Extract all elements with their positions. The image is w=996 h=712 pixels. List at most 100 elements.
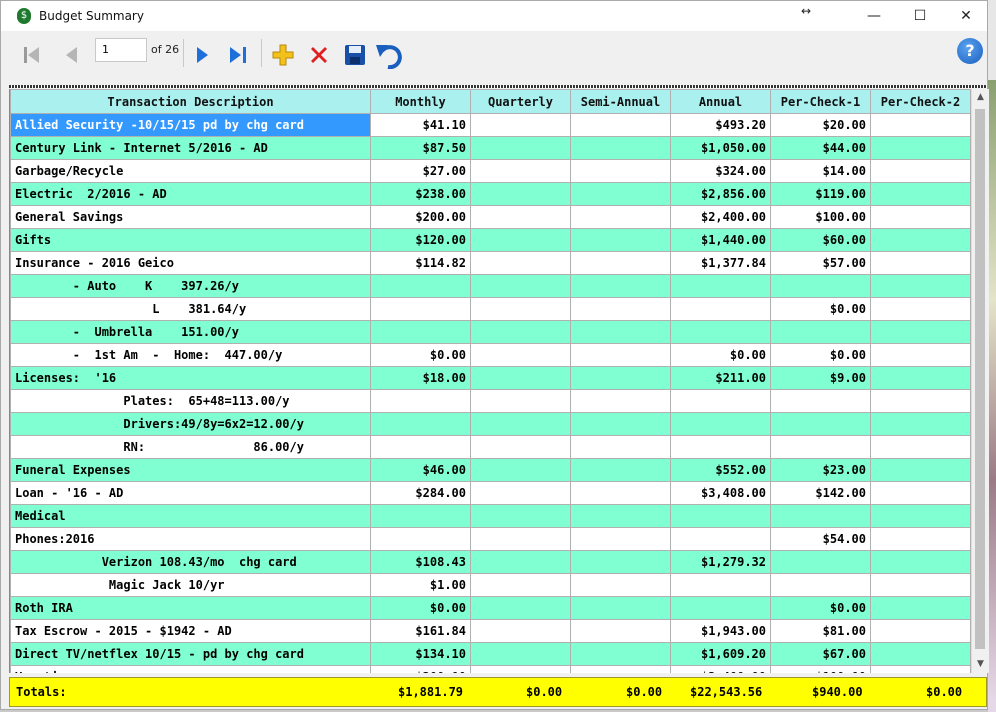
cell-semi-annual[interactable] xyxy=(570,320,671,344)
table-row[interactable]: Plates: 65+48=113.00/y xyxy=(10,389,971,413)
cell-semi-annual[interactable] xyxy=(570,619,671,643)
table-row[interactable]: Verizon 108.43/mo chg card $108.43 $1,279.… xyxy=(10,550,971,574)
cell-quarterly[interactable] xyxy=(470,113,571,137)
cell-annual[interactable] xyxy=(670,389,771,413)
cell-per-check-2[interactable] xyxy=(870,159,971,183)
cell-per-check-1[interactable]: $60.00 xyxy=(770,228,871,252)
cell-description[interactable]: Gifts xyxy=(10,228,371,252)
previous-record-button[interactable] xyxy=(59,41,83,69)
table-row[interactable]: Medical xyxy=(10,504,971,528)
record-number-input[interactable]: 1 xyxy=(95,38,147,62)
cell-semi-annual[interactable] xyxy=(570,504,671,528)
cell-per-check-1[interactable]: $20.00 xyxy=(770,113,871,137)
table-row[interactable]: Vacation$200.00 $2,400.00$100.00 xyxy=(10,665,971,673)
cell-quarterly[interactable] xyxy=(470,297,571,321)
cell-per-check-2[interactable] xyxy=(870,458,971,482)
cell-per-check-2[interactable] xyxy=(870,228,971,252)
cell-semi-annual[interactable] xyxy=(570,458,671,482)
cell-monthly[interactable]: $120.00 xyxy=(370,228,471,252)
cell-semi-annual[interactable] xyxy=(570,481,671,505)
table-row[interactable]: Roth IRA $0.00 $0.00 xyxy=(10,596,971,620)
minimize-button[interactable]: — xyxy=(851,1,897,31)
cell-annual[interactable]: $1,377.84 xyxy=(670,251,771,275)
cell-description[interactable]: Insurance - 2016 Geico xyxy=(10,251,371,275)
cell-quarterly[interactable] xyxy=(470,573,571,597)
vertical-scrollbar[interactable]: ▲ ▼ xyxy=(971,89,989,673)
cell-monthly[interactable]: $161.84 xyxy=(370,619,471,643)
cell-per-check-1[interactable]: $67.00 xyxy=(770,642,871,666)
cell-semi-annual[interactable] xyxy=(570,136,671,160)
cell-monthly[interactable]: $87.50 xyxy=(370,136,471,160)
cell-annual[interactable] xyxy=(670,573,771,597)
cell-monthly[interactable] xyxy=(370,320,471,344)
cell-description[interactable]: Verizon 108.43/mo chg card xyxy=(10,550,371,574)
cell-annual[interactable] xyxy=(670,412,771,436)
cell-annual[interactable]: $493.20 xyxy=(670,113,771,137)
cell-semi-annual[interactable] xyxy=(570,297,671,321)
cell-semi-annual[interactable] xyxy=(570,274,671,298)
delete-record-button[interactable] xyxy=(305,41,333,69)
table-row[interactable]: Century Link - Internet 5/2016 - AD $87.5… xyxy=(10,136,971,160)
cell-quarterly[interactable] xyxy=(470,251,571,275)
cell-per-check-1[interactable] xyxy=(770,435,871,459)
table-row[interactable]: Funeral Expenses $46.00 $552.00 $23.00 xyxy=(10,458,971,482)
next-record-button[interactable] xyxy=(191,41,213,69)
cell-per-check-2[interactable] xyxy=(870,619,971,643)
cell-description[interactable]: - 1st Am - Home: 447.00/y xyxy=(10,343,371,367)
cell-quarterly[interactable] xyxy=(470,596,571,620)
cell-description[interactable]: Funeral Expenses xyxy=(10,458,371,482)
cell-per-check-2[interactable] xyxy=(870,550,971,574)
table-row[interactable]: Electric 2/2016 - AD $238.00 $2,856.00 $119… xyxy=(10,182,971,206)
cell-semi-annual[interactable] xyxy=(570,665,671,673)
cell-semi-annual[interactable] xyxy=(570,550,671,574)
cell-description[interactable]: Medical xyxy=(10,504,371,528)
cell-annual[interactable] xyxy=(670,596,771,620)
cell-quarterly[interactable] xyxy=(470,642,571,666)
table-row[interactable]: Loan - '16 - AD $284.00 $3,408.00 $142.00 xyxy=(10,481,971,505)
cell-monthly[interactable]: $200.00 xyxy=(370,665,471,673)
cell-quarterly[interactable] xyxy=(470,228,571,252)
cell-semi-annual[interactable] xyxy=(570,228,671,252)
cell-quarterly[interactable] xyxy=(470,205,571,229)
table-row[interactable]: General Savings $200.00 $2,400.00 $100.00 xyxy=(10,205,971,229)
cell-annual[interactable]: $1,279.32 xyxy=(670,550,771,574)
cell-per-check-2[interactable] xyxy=(870,389,971,413)
cell-semi-annual[interactable] xyxy=(570,435,671,459)
cell-per-check-1[interactable]: $57.00 xyxy=(770,251,871,275)
cell-per-check-1[interactable]: $14.00 xyxy=(770,159,871,183)
cell-description[interactable]: Loan - '16 - AD xyxy=(10,481,371,505)
table-row[interactable]: - Auto K 397.26/y xyxy=(10,274,971,298)
cell-monthly[interactable]: $1.00 xyxy=(370,573,471,597)
cell-quarterly[interactable] xyxy=(470,619,571,643)
cell-semi-annual[interactable] xyxy=(570,251,671,275)
cell-per-check-2[interactable] xyxy=(870,665,971,673)
cell-quarterly[interactable] xyxy=(470,343,571,367)
cell-per-check-1[interactable]: $0.00 xyxy=(770,343,871,367)
cell-per-check-1[interactable] xyxy=(770,389,871,413)
cell-annual[interactable]: $1,943.00 xyxy=(670,619,771,643)
cell-per-check-2[interactable] xyxy=(870,274,971,298)
cell-annual[interactable]: $1,440.00 xyxy=(670,228,771,252)
cell-per-check-1[interactable] xyxy=(770,573,871,597)
cell-monthly[interactable]: $284.00 xyxy=(370,481,471,505)
cell-quarterly[interactable] xyxy=(470,274,571,298)
column-header-description[interactable]: Transaction Description xyxy=(10,89,371,114)
cell-monthly[interactable] xyxy=(370,527,471,551)
help-button[interactable]: ? xyxy=(957,38,983,64)
column-header-per-check-2[interactable]: Per-Check-2 xyxy=(870,89,971,114)
cell-per-check-2[interactable] xyxy=(870,527,971,551)
cell-monthly[interactable] xyxy=(370,412,471,436)
cell-per-check-1[interactable]: $44.00 xyxy=(770,136,871,160)
column-header-monthly[interactable]: Monthly xyxy=(370,89,471,114)
cell-annual[interactable]: $324.00 xyxy=(670,159,771,183)
cell-monthly[interactable]: $0.00 xyxy=(370,343,471,367)
cell-monthly[interactable] xyxy=(370,435,471,459)
cell-annual[interactable]: $1,609.20 xyxy=(670,642,771,666)
cell-annual[interactable]: $2,400.00 xyxy=(670,665,771,673)
cell-description[interactable]: Drivers:49/8y=6x2=12.00/y xyxy=(10,412,371,436)
cell-semi-annual[interactable] xyxy=(570,205,671,229)
cell-per-check-1[interactable] xyxy=(770,320,871,344)
cell-per-check-2[interactable] xyxy=(870,136,971,160)
cell-description[interactable]: Plates: 65+48=113.00/y xyxy=(10,389,371,413)
close-button[interactable]: ✕ xyxy=(943,1,989,31)
